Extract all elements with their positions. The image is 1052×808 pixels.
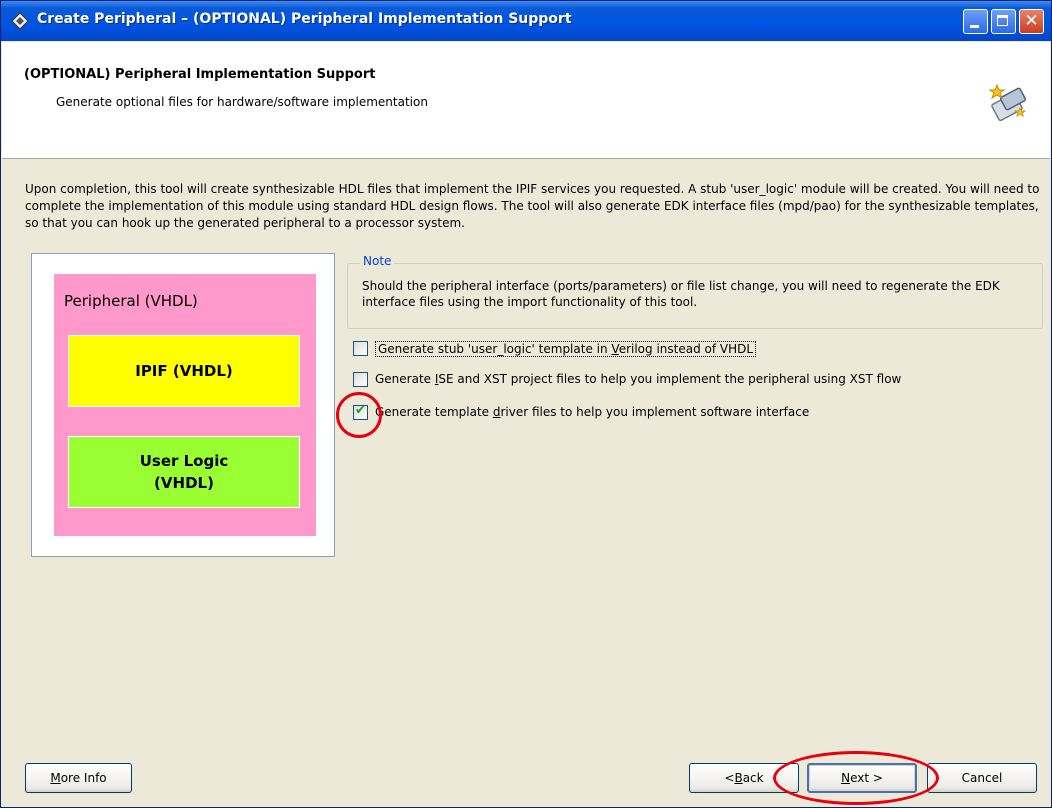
intro-text: Upon completion, this tool will create s… (25, 182, 1040, 230)
peripheral-diagram: Peripheral (VHDL) IPIF (VHDL) User Logic… (31, 253, 335, 557)
minimize-button[interactable] (963, 9, 988, 34)
user-logic-label: User Logic (VHDL) (140, 450, 229, 494)
note-text: Should the peripheral interface (ports/p… (362, 279, 1000, 309)
user-logic-line1: User Logic (139, 452, 229, 470)
user-logic-block: User Logic (VHDL) (68, 436, 300, 508)
title-bar[interactable]: Create Peripheral – (OPTIONAL) Periphera… (1, 1, 1051, 41)
page-subtitle: Generate optional files for hardware/sof… (56, 95, 428, 109)
window-title: Create Peripheral – (OPTIONAL) Periphera… (37, 11, 572, 27)
peripheral-block: Peripheral (VHDL) IPIF (VHDL) User Logic… (54, 274, 316, 536)
ipif-block: IPIF (VHDL) (68, 335, 300, 407)
close-button[interactable]: ✕ (1019, 9, 1044, 34)
highlight-circle-next (773, 751, 939, 805)
ise-xst-checkbox[interactable] (353, 372, 368, 387)
create-peripheral-dialog: Create Peripheral – (OPTIONAL) Periphera… (0, 0, 1052, 808)
user-logic-line2: (VHDL) (154, 474, 214, 492)
highlight-circle-checkbox (336, 392, 382, 438)
note-legend: Note (360, 254, 395, 268)
cancel-button[interactable]: Cancel (927, 763, 1037, 793)
wizard-icon (988, 83, 1027, 122)
driver-files-label[interactable]: Generate template driver files to help y… (375, 405, 809, 419)
page-title: (OPTIONAL) Peripheral Implementation Sup… (24, 67, 376, 82)
app-icon (11, 12, 29, 30)
verilog-stub-label[interactable]: Generate stub 'user_logic' template in V… (375, 341, 757, 357)
ipif-label: IPIF (VHDL) (135, 362, 233, 380)
wizard-header: (OPTIONAL) Peripheral Implementation Sup… (2, 42, 1050, 159)
more-info-button[interactable]: More Info (25, 763, 132, 793)
close-icon: ✕ (1024, 11, 1039, 31)
maximize-button[interactable] (991, 9, 1016, 34)
peripheral-label: Peripheral (VHDL) (64, 292, 198, 310)
maximize-icon (997, 15, 1008, 26)
note-groupbox: Note Should the peripheral interface (po… (347, 254, 1043, 329)
minimize-icon (970, 25, 979, 28)
verilog-stub-checkbox[interactable] (353, 341, 368, 356)
ise-xst-label[interactable]: Generate ISE and XST project files to he… (375, 372, 901, 386)
